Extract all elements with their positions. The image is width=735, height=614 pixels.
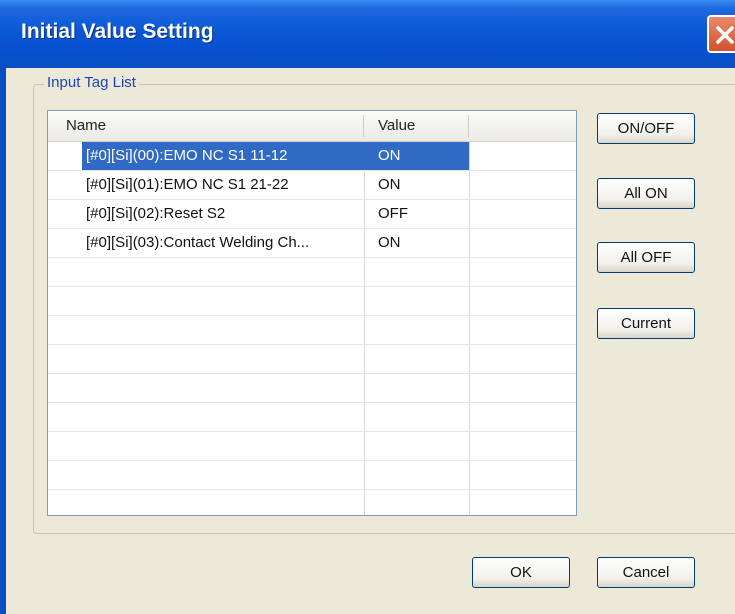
cancel-button[interactable]: Cancel — [597, 557, 695, 588]
tag-value: ON — [378, 176, 401, 193]
tag-name: [#0][Si](02):Reset S2 — [86, 205, 226, 222]
tag-value: OFF — [378, 205, 408, 222]
empty-row — [48, 287, 576, 316]
tag-name: [#0][Si](03):Contact Welding Ch... — [86, 234, 310, 251]
column-header-name[interactable]: Name — [66, 111, 106, 141]
list-row[interactable]: [#0][Si](02):Reset S2 OFF — [48, 200, 576, 229]
list-row[interactable]: [#0][Si](03):Contact Welding Ch... ON — [48, 229, 576, 258]
all-off-button[interactable]: All OFF — [597, 242, 695, 273]
empty-row — [48, 490, 576, 515]
empty-row — [48, 258, 576, 287]
input-tag-list[interactable]: Name Value [#0][Si](00):EMO NC S1 11-12 … — [47, 110, 577, 516]
all-on-button[interactable]: All ON — [597, 178, 695, 209]
ok-button[interactable]: OK — [472, 557, 570, 588]
window-frame — [0, 68, 6, 614]
empty-row — [48, 403, 576, 432]
list-header: Name Value — [48, 111, 576, 142]
close-icon — [716, 26, 734, 44]
tag-value: ON — [364, 142, 469, 170]
close-button[interactable] — [707, 15, 735, 53]
group-label: Input Tag List — [44, 74, 139, 91]
empty-row — [48, 374, 576, 403]
on-off-button[interactable]: ON/OFF — [597, 113, 695, 144]
empty-row — [48, 316, 576, 345]
empty-row — [48, 461, 576, 490]
empty-row — [48, 432, 576, 461]
list-row[interactable]: [#0][Si](00):EMO NC S1 11-12 ON — [48, 142, 576, 171]
tag-name: [#0][Si](01):EMO NC S1 21-22 — [86, 176, 289, 193]
tag-value: ON — [378, 234, 401, 251]
empty-row — [48, 345, 576, 374]
window-title: Initial Value Setting — [21, 20, 214, 43]
column-separator[interactable] — [468, 115, 469, 137]
initial-value-setting-dialog: Initial Value Setting Input Tag List Nam… — [0, 0, 735, 614]
title-bar[interactable]: Initial Value Setting — [0, 0, 735, 68]
column-separator[interactable] — [363, 115, 364, 137]
column-header-value[interactable]: Value — [378, 111, 415, 141]
list-row[interactable]: [#0][Si](01):EMO NC S1 21-22 ON — [48, 171, 576, 200]
tag-name: [#0][Si](00):EMO NC S1 11-12 — [82, 142, 364, 170]
current-button[interactable]: Current — [597, 308, 695, 339]
